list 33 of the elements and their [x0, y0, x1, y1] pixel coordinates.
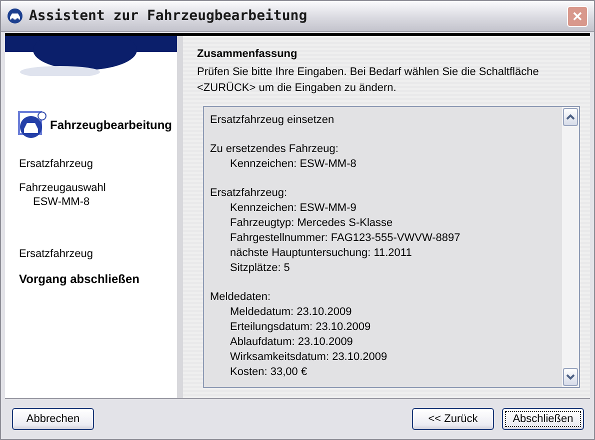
summary-line: Kosten: 33,00 €: [229, 365, 308, 380]
window-title: Assistent zur Fahrzeugbearbeitung: [29, 8, 308, 24]
summary-line: Ablaufdatum: 23.10.2009: [229, 335, 354, 350]
summary-line: Sitzplätze: 5: [229, 261, 291, 276]
summary-line: Fahrzeugtyp: Mercedes S-Klasse: [229, 216, 394, 231]
car-icon: [7, 8, 23, 24]
summary-line: Kennzeichen: ESW-MM-9: [229, 201, 358, 216]
sidebar-heading: Fahrzeugbearbeitung: [50, 118, 172, 132]
car-icon: [17, 110, 47, 140]
scroll-up-button[interactable]: [563, 108, 578, 126]
wizard-step: Ersatzfahrzeug: [19, 158, 177, 170]
summary-line: Erteilungsdatum: 23.10.2009: [229, 320, 372, 335]
page-title: Zusammenfassung: [197, 48, 298, 60]
wizard-step: Ersatzfahrzeug: [19, 248, 177, 260]
section-heading: Ersatzfahrzeug:: [210, 186, 288, 201]
back-button[interactable]: << Zurück: [412, 408, 494, 430]
summary-title: Ersatzfahrzeug einsetzen: [210, 113, 336, 128]
wizard-step: Fahrzeugauswahl: [19, 182, 177, 194]
section-heading: Meldedaten:: [210, 290, 272, 305]
chevron-up-icon: [566, 114, 575, 120]
finish-button[interactable]: Abschließen: [502, 408, 584, 430]
summary-line: Meldedatum: 23.10.2009: [229, 305, 353, 320]
current-step: Vorgang abschließen: [19, 272, 177, 286]
step-detail: ESW-MM-8: [32, 196, 91, 208]
summary-line: nächste Hauptuntersuchung: 11.2011: [229, 246, 413, 261]
summary-line: Fahrgestellnummer: FAG123-555-VWVW-8897: [229, 231, 462, 246]
section-heading: Zu ersetzendes Fahrzeug:: [210, 142, 340, 157]
page-description: Prüfen Sie bitte Ihre Eingaben. Bei Bedarf wählen Sie die Schaltfläche <ZURÜCK> um die Eingaben zu ändern.: [197, 65, 540, 96]
summary-line: Kennzeichen: ESW-MM-8: [229, 157, 358, 172]
cancel-button[interactable]: Abbrechen: [12, 408, 94, 430]
chevron-down-icon: [566, 374, 575, 380]
scroll-down-button[interactable]: [563, 368, 578, 386]
summary-line: Wirksamkeitsdatum: 23.10.2009: [229, 350, 388, 365]
